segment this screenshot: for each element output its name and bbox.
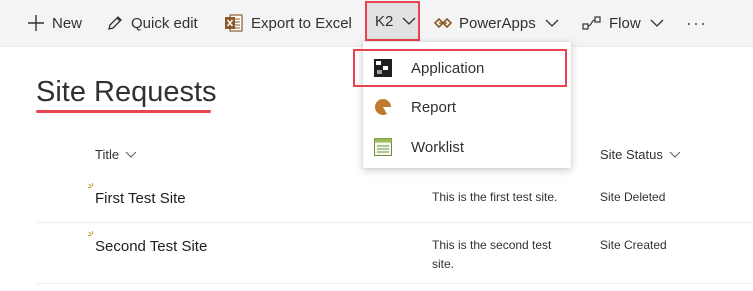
column-header-site-status[interactable]: Site Status — [600, 147, 681, 162]
row-description: This is the second test site. — [432, 238, 552, 271]
excel-icon — [224, 13, 244, 33]
column-header-title-label: Title — [95, 147, 120, 162]
menu-item-label: Application — [411, 59, 485, 77]
row-title-link[interactable]: First Test Site — [95, 190, 186, 207]
k2-label: K2 — [375, 12, 394, 30]
chevron-down-icon — [669, 151, 681, 158]
quick-edit-label: Quick edit — [131, 14, 198, 32]
row-divider — [36, 283, 753, 284]
k2-menu-button[interactable]: K2 — [365, 1, 420, 41]
powerapps-label: PowerApps — [459, 14, 536, 32]
row-description: This is the first test site. — [432, 190, 558, 204]
title-highlight-underline — [36, 110, 211, 113]
powerapps-button[interactable]: PowerApps — [434, 0, 559, 46]
pencil-icon — [106, 14, 124, 32]
menu-item-report[interactable]: Report — [363, 89, 571, 125]
column-header-status-label: Site Status — [600, 147, 663, 162]
new-button-label: New — [52, 14, 83, 32]
menu-item-worklist[interactable]: Worklist — [363, 129, 571, 165]
menu-item-label: Worklist — [411, 138, 465, 156]
plus-icon — [27, 14, 45, 32]
report-icon — [373, 97, 393, 117]
powerapps-icon — [434, 14, 452, 32]
row-status: Site Created — [600, 238, 667, 252]
row-title-link[interactable]: Second Test Site — [95, 238, 207, 255]
worklist-icon — [373, 137, 393, 157]
more-options-button[interactable]: ··· — [686, 13, 707, 34]
flow-icon — [582, 14, 602, 32]
menu-item-application[interactable]: Application — [353, 49, 567, 87]
flow-button[interactable]: Flow — [582, 0, 664, 46]
page-title: Site Requests — [36, 76, 217, 108]
menu-item-label: Report — [411, 98, 457, 116]
export-to-excel-button[interactable]: Export to Excel — [224, 0, 352, 46]
application-icon — [373, 58, 393, 78]
row-status: Site Deleted — [600, 190, 666, 204]
chevron-down-icon — [125, 151, 137, 158]
quick-edit-button[interactable]: Quick edit — [106, 0, 198, 46]
column-header-title[interactable]: Title — [95, 147, 137, 162]
export-label: Export to Excel — [251, 14, 352, 32]
chevron-down-icon — [545, 19, 559, 27]
new-button[interactable]: New — [27, 0, 82, 46]
chevron-down-icon — [402, 17, 416, 25]
k2-dropdown-menu: Application Report Worklist — [353, 42, 571, 168]
flow-label: Flow — [609, 14, 641, 32]
chevron-down-icon — [650, 19, 664, 27]
command-bar: New Quick edit Export to Excel K2 PowerA… — [0, 0, 753, 47]
row-divider — [36, 222, 753, 223]
